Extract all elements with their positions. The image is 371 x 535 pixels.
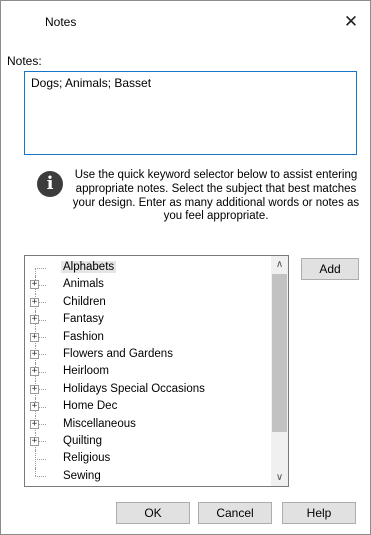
tree-item[interactable]: Alphabets <box>25 259 273 277</box>
keyword-tree[interactable]: Alphabets + Animals + Children + Fantasy + Fashi… <box>24 255 289 487</box>
tree-item-label: Fantasy <box>63 313 104 326</box>
expand-icon[interactable]: + <box>30 332 39 342</box>
add-button[interactable]: Add <box>301 258 359 280</box>
tree-item-label: Animals <box>63 278 104 291</box>
cancel-button[interactable]: Cancel <box>198 502 272 524</box>
tree-item[interactable]: Sewing <box>25 467 273 485</box>
close-icon: ✕ <box>343 12 359 31</box>
tree-item-label: Fashion <box>63 330 104 343</box>
tree-item[interactable]: + Home Dec <box>25 398 273 416</box>
tree-item-label: Holidays Special Occasions <box>63 382 205 395</box>
notes-dialog: Notes ✕ Notes: Dogs; Animals; Basset i U… <box>0 0 371 535</box>
tree-item[interactable]: + Fantasy <box>25 311 273 329</box>
tree-item[interactable]: + Fashion <box>25 328 273 346</box>
tree-item[interactable]: Religious <box>25 450 273 468</box>
info-icon: i <box>37 171 63 197</box>
ok-button[interactable]: OK <box>116 502 190 524</box>
dialog-title: Notes <box>45 15 77 29</box>
tree-item-label: Miscellaneous <box>63 417 136 430</box>
expand-icon[interactable]: + <box>30 436 39 446</box>
info-panel: i Use the quick keyword selector below t… <box>37 169 359 233</box>
tree-connector <box>35 476 46 478</box>
tree-item[interactable]: + Miscellaneous <box>25 415 273 433</box>
expand-icon[interactable]: + <box>30 349 39 359</box>
tree-item-label: Flowers and Gardens <box>63 347 173 360</box>
expand-icon[interactable]: + <box>30 315 39 325</box>
tree-item[interactable]: + Holidays Special Occasions <box>25 380 273 399</box>
scroll-down-icon[interactable]: ∨ <box>271 469 288 486</box>
tree-item[interactable]: + Flowers and Gardens <box>25 345 273 364</box>
tree-connector <box>35 267 36 277</box>
scroll-thumb[interactable] <box>272 274 287 432</box>
tree-item-label: Alphabets <box>61 261 117 273</box>
tree-item-label: Religious <box>63 452 111 465</box>
expand-icon[interactable]: + <box>30 297 39 307</box>
notes-value: Dogs; Animals; Basset <box>31 76 152 90</box>
expand-icon[interactable]: + <box>30 384 39 394</box>
notes-textarea[interactable]: Dogs; Animals; Basset <box>24 71 357 155</box>
tree-item-label: Quilting <box>63 434 102 447</box>
tree-item-label: Heirloom <box>63 365 110 378</box>
tree-connector <box>35 267 46 269</box>
tree-item-label: Sewing <box>63 469 101 482</box>
tree-item[interactable]: + Animals <box>25 276 273 294</box>
tree-connector <box>35 458 46 460</box>
tree-item[interactable]: + Children <box>25 293 273 312</box>
scroll-up-icon[interactable]: ∧ <box>271 256 288 273</box>
tree-scrollbar[interactable]: ∧ ∨ <box>271 256 288 486</box>
close-button[interactable]: ✕ <box>336 7 366 37</box>
tree-item[interactable]: + Quilting <box>25 432 273 451</box>
expand-icon[interactable]: + <box>30 419 39 429</box>
help-button[interactable]: Help <box>282 502 356 524</box>
notes-label: Notes: <box>7 54 42 68</box>
expand-icon[interactable]: + <box>30 367 39 377</box>
title-bar: Notes ✕ <box>1 1 370 41</box>
tree-item-label: Home Dec <box>63 400 118 413</box>
expand-icon[interactable]: + <box>30 402 39 412</box>
expand-icon[interactable]: + <box>30 280 39 290</box>
tree-item-label: Children <box>63 295 106 308</box>
info-text: Use the quick keyword selector below to … <box>72 169 360 223</box>
tree-item[interactable]: + Heirloom <box>25 363 273 381</box>
tree-connector <box>35 467 36 477</box>
keyword-tree-list: Alphabets + Animals + Children + Fantasy + Fashi… <box>25 259 273 485</box>
